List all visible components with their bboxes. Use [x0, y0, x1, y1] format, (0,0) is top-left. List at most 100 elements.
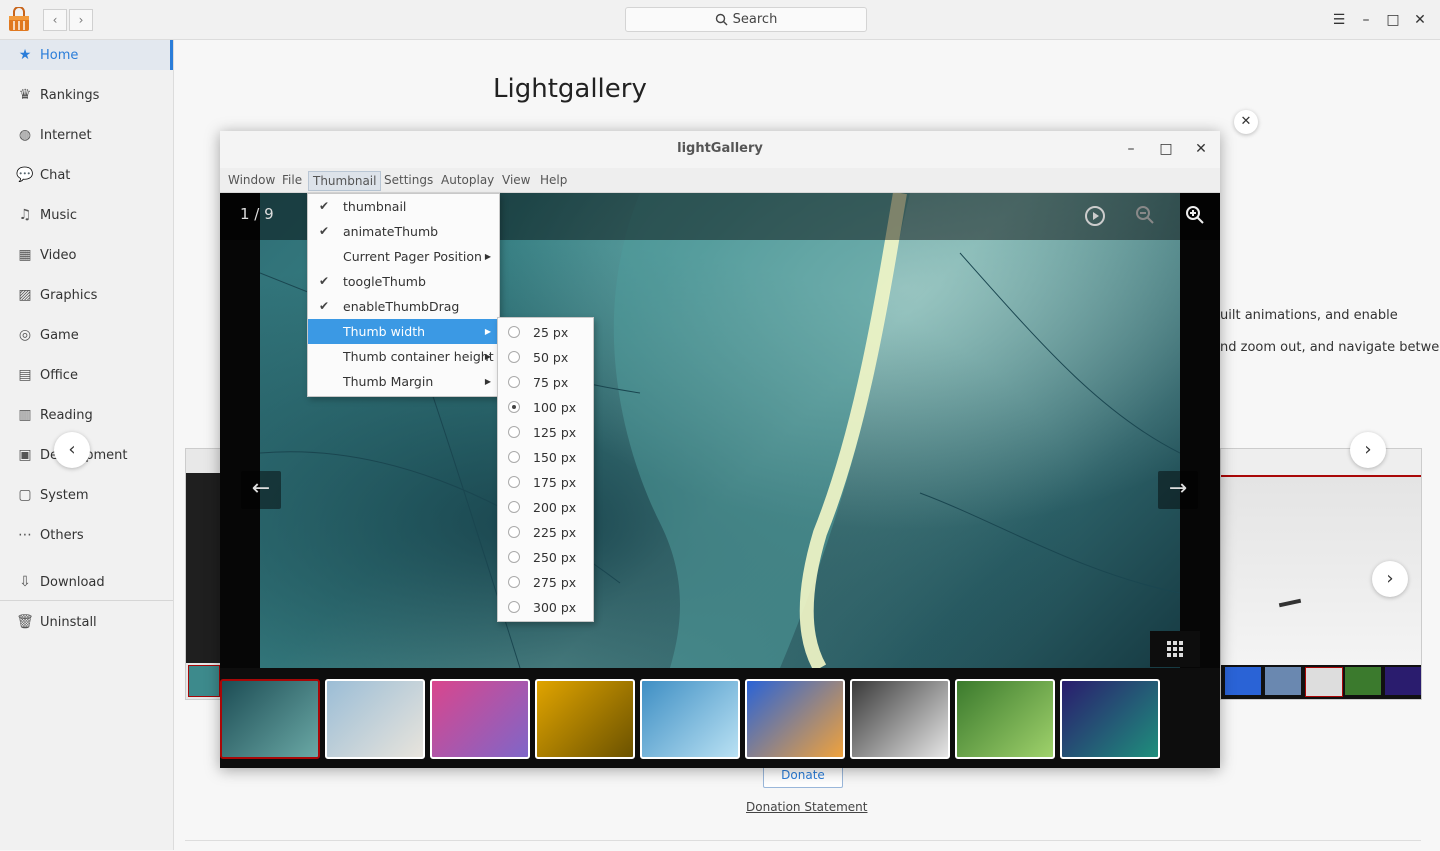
- menu-item-current-pager-position[interactable]: Current Pager Position ▶: [308, 244, 499, 269]
- sidebar-item-music[interactable]: ♫ Music: [0, 200, 173, 230]
- thumbnail-1[interactable]: [220, 679, 320, 759]
- preview-close-icon[interactable]: ✕: [1234, 110, 1258, 134]
- zoom-out-icon[interactable]: [1133, 205, 1157, 229]
- lg-maximize-icon[interactable]: □: [1156, 139, 1176, 159]
- thumbnail-6[interactable]: [745, 679, 845, 759]
- sidebar-item-game[interactable]: ◎ Game: [0, 320, 173, 350]
- maximize-icon[interactable]: □: [1383, 10, 1403, 30]
- star-icon: ★: [18, 47, 32, 63]
- sidebar-item-label: Others: [40, 527, 84, 543]
- menu-item-label: animateThumb: [343, 224, 439, 239]
- sidebar-item-graphics[interactable]: ▨ Graphics: [0, 280, 173, 310]
- thumbnail-8[interactable]: [955, 679, 1055, 759]
- lg-minimize-icon[interactable]: –: [1121, 139, 1141, 159]
- menu-settings[interactable]: Settings: [380, 171, 437, 191]
- thumbnail-3[interactable]: [430, 679, 530, 759]
- radio-icon: [508, 601, 520, 613]
- lg-close-icon[interactable]: ✕: [1191, 139, 1211, 159]
- thumb-width-option[interactable]: 225 px: [498, 520, 593, 545]
- gamepad-icon: ◎: [18, 327, 32, 343]
- autoplay-icon[interactable]: [1083, 205, 1107, 229]
- thumb-width-option[interactable]: 300 px: [498, 595, 593, 620]
- sidebar-item-label: Rankings: [40, 87, 100, 103]
- thumb-width-option[interactable]: 275 px: [498, 570, 593, 595]
- page-title: Lightgallery: [493, 74, 647, 104]
- sidebar-item-reading[interactable]: ▥ Reading: [0, 400, 173, 430]
- menu-item-animatethumb[interactable]: ✔ animateThumb: [308, 219, 499, 244]
- thumb-width-option[interactable]: 125 px: [498, 420, 593, 445]
- thumb-width-option[interactable]: 150 px: [498, 445, 593, 470]
- close-icon[interactable]: ✕: [1410, 10, 1430, 30]
- sidebar-item-video[interactable]: ▦ Video: [0, 240, 173, 270]
- radio-icon: [508, 526, 520, 538]
- zoom-in-icon[interactable]: [1183, 205, 1207, 229]
- thumbnail-4[interactable]: [535, 679, 635, 759]
- menu-window[interactable]: Window: [224, 171, 279, 191]
- download-icon: ⇩: [19, 574, 31, 590]
- menu-item-thumb-margin[interactable]: Thumb Margin ▶: [308, 369, 499, 394]
- menu-item-label: toogleThumb: [343, 274, 426, 289]
- search-placeholder: Search: [732, 12, 778, 27]
- carousel-next-button[interactable]: ›: [1350, 432, 1386, 468]
- thumbnail-7[interactable]: [850, 679, 950, 759]
- radio-icon: [508, 426, 520, 438]
- thumb-width-option[interactable]: 25 px: [498, 320, 593, 345]
- sidebar-item-label: Music: [40, 207, 77, 223]
- carousel-prev-button[interactable]: ‹: [54, 432, 90, 468]
- screenshot-next-icon[interactable]: ›: [1372, 561, 1408, 597]
- sidebar-item-label: Reading: [40, 407, 93, 423]
- next-image-button[interactable]: →: [1158, 471, 1198, 509]
- menu-item-enablethumbdrag[interactable]: ✔ enableThumbDrag: [308, 294, 499, 319]
- option-label: 275 px: [533, 575, 577, 590]
- music-note-icon: ♫: [18, 207, 32, 223]
- menu-icon[interactable]: ☰: [1329, 10, 1349, 30]
- sidebar-item-system[interactable]: ▢ System: [0, 480, 173, 510]
- menu-item-thumb-container-height[interactable]: Thumb container height ▶: [308, 344, 499, 369]
- option-label: 125 px: [533, 425, 577, 440]
- sidebar-item-rankings[interactable]: ♛ Rankings: [0, 80, 173, 110]
- minimize-icon[interactable]: –: [1356, 10, 1376, 30]
- thumbnail-2[interactable]: [325, 679, 425, 759]
- thumbnail-9[interactable]: [1060, 679, 1160, 759]
- menu-item-thumbnail[interactable]: ✔ thumbnail: [308, 194, 499, 219]
- sidebar-item-others[interactable]: ⋯ Others: [0, 520, 173, 550]
- thumb-width-option[interactable]: 75 px: [498, 370, 593, 395]
- toggle-thumbnails-icon[interactable]: [1150, 631, 1200, 667]
- menu-help[interactable]: Help: [536, 171, 571, 191]
- checkmark-icon: ✔: [319, 224, 330, 238]
- search-input[interactable]: Search: [625, 7, 867, 32]
- thumb-width-option[interactable]: 175 px: [498, 470, 593, 495]
- back-button[interactable]: ‹: [43, 9, 67, 31]
- window-title: lightGallery: [677, 141, 763, 156]
- sidebar-item-chat[interactable]: 💬 Chat: [0, 160, 173, 190]
- top-bar: ‹ › Search ☰ – □ ✕: [0, 0, 1440, 40]
- forward-button[interactable]: ›: [69, 9, 93, 31]
- sidebar-item-download[interactable]: ⇩ Download: [0, 567, 173, 597]
- sidebar-item-label: Download: [40, 574, 105, 590]
- sidebar-item-office[interactable]: ▤ Office: [0, 360, 173, 390]
- option-label: 225 px: [533, 525, 577, 540]
- menu-file[interactable]: File: [278, 171, 306, 191]
- globe-icon: ◍: [18, 127, 32, 143]
- menu-item-thumb-width[interactable]: Thumb width ▶: [308, 319, 499, 344]
- menu-view[interactable]: View: [498, 171, 534, 191]
- radio-icon: [508, 351, 520, 363]
- menu-thumbnail[interactable]: Thumbnail: [308, 171, 382, 191]
- sidebar-item-home[interactable]: ★ Home: [0, 40, 173, 70]
- thumb-width-option[interactable]: 50 px: [498, 345, 593, 370]
- sidebar-item-uninstall[interactable]: 🗑 Uninstall: [0, 607, 173, 637]
- prev-image-button[interactable]: ←: [241, 471, 281, 509]
- radio-icon: [508, 476, 520, 488]
- menu-autoplay[interactable]: Autoplay: [437, 171, 498, 191]
- menu-item-tooglethumb[interactable]: ✔ toogleThumb: [308, 269, 499, 294]
- thumb-width-option[interactable]: 250 px: [498, 545, 593, 570]
- thumb-width-option[interactable]: 100 px: [498, 395, 593, 420]
- trash-icon: 🗑: [16, 614, 34, 630]
- menu-item-label: Thumb container height: [343, 349, 494, 364]
- donation-statement-link[interactable]: Donation Statement: [746, 800, 868, 814]
- thumb-width-option[interactable]: 200 px: [498, 495, 593, 520]
- thumbnail-5[interactable]: [640, 679, 740, 759]
- screenshot-left[interactable]: [185, 448, 225, 700]
- crown-icon: ♛: [18, 87, 32, 103]
- sidebar-item-internet[interactable]: ◍ Internet: [0, 120, 173, 150]
